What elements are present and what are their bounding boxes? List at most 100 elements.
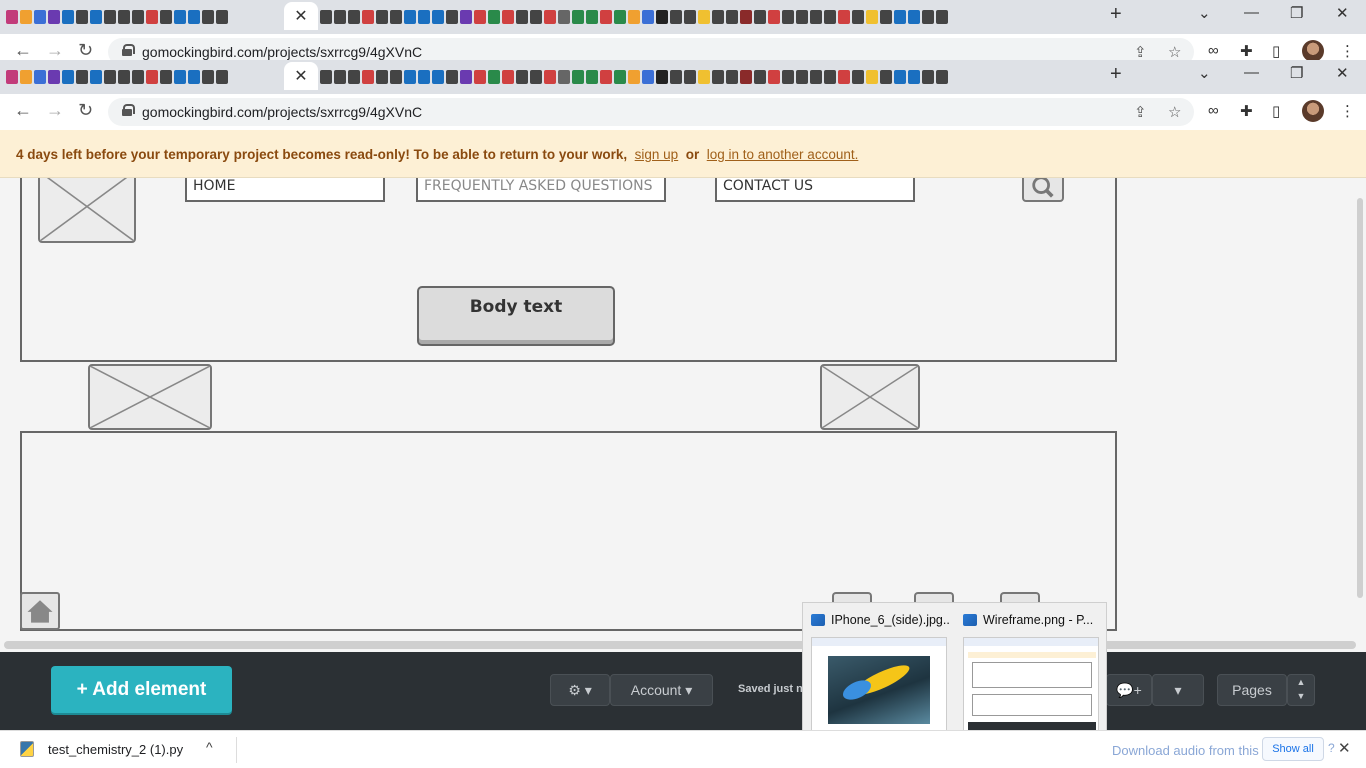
tab-favicon-icon[interactable] [908, 70, 920, 84]
tab-favicon-icon[interactable] [174, 10, 186, 24]
home-button[interactable] [20, 592, 60, 630]
reload-button[interactable]: ↻ [78, 40, 93, 61]
tab-favicon-icon[interactable] [936, 10, 948, 24]
back-button-2[interactable]: ← [14, 100, 32, 121]
tab-favicon-icon[interactable] [460, 70, 472, 84]
tab-favicons-left-2[interactable] [6, 66, 228, 90]
tab-favicon-icon[interactable] [586, 70, 598, 84]
tab-favicon-icon[interactable] [362, 70, 374, 84]
tab-favicon-icon[interactable] [586, 10, 598, 24]
comment-dropdown[interactable]: ▾ [1152, 674, 1204, 706]
tab-favicons-right[interactable] [320, 6, 948, 30]
tab-favicon-icon[interactable] [174, 70, 186, 84]
tab-favicon-icon[interactable] [76, 70, 88, 84]
tab-favicon-icon[interactable] [90, 70, 102, 84]
logo-image-placeholder[interactable] [38, 178, 136, 243]
tab-favicon-icon[interactable] [160, 10, 172, 24]
tab-favicon-icon[interactable] [880, 10, 892, 24]
tab-favicons-left[interactable] [6, 6, 228, 30]
profile-avatar-2[interactable] [1302, 100, 1324, 122]
side-panel-icon-2[interactable]: ▯ [1272, 102, 1280, 120]
login-link[interactable]: log in to another account. [707, 147, 859, 162]
tab-favicons-right-2[interactable] [320, 66, 948, 90]
tab-favicon-icon[interactable] [698, 70, 710, 84]
tab-favicon-icon[interactable] [502, 10, 514, 24]
tab-favicon-icon[interactable] [824, 70, 836, 84]
comment-button[interactable]: 💬+ [1106, 674, 1152, 706]
new-tab-button-2[interactable]: + [1110, 63, 1122, 86]
tab-favicon-icon[interactable] [188, 10, 200, 24]
tab-favicon-icon[interactable] [908, 10, 920, 24]
tab-favicon-icon[interactable] [656, 70, 668, 84]
tab-favicon-icon[interactable] [600, 10, 612, 24]
extension-link-icon[interactable]: ∞ [1208, 42, 1219, 59]
tab-favicon-icon[interactable] [104, 70, 116, 84]
tab-favicon-icon[interactable] [712, 70, 724, 84]
tab-favicon-icon[interactable] [362, 10, 374, 24]
tab-favicon-icon[interactable] [460, 10, 472, 24]
extensions-puzzle-icon-2[interactable]: ✚ [1240, 102, 1253, 120]
tab-favicon-icon[interactable] [698, 10, 710, 24]
tab-favicon-icon[interactable] [334, 10, 346, 24]
tab-favicon-icon[interactable] [628, 10, 640, 24]
tab-favicon-icon[interactable] [866, 10, 878, 24]
tab-favicon-icon[interactable] [726, 70, 738, 84]
tab-favicon-icon[interactable] [670, 70, 682, 84]
pages-button[interactable]: Pages [1217, 674, 1287, 706]
tab-favicon-icon[interactable] [684, 10, 696, 24]
tab-favicon-icon[interactable] [390, 70, 402, 84]
preview-item-iphone[interactable]: IPhone_6_(side).jpg... [811, 611, 951, 737]
tab-favicon-icon[interactable] [216, 10, 228, 24]
settings-button[interactable]: ⚙ ▾ [550, 674, 610, 706]
nav-faq[interactable]: FREQUENTLY ASKED QUESTIONS [416, 178, 666, 202]
tab-favicon-icon[interactable] [768, 70, 780, 84]
maximize-button[interactable]: ❐ [1290, 4, 1303, 22]
tab-favicon-icon[interactable] [852, 70, 864, 84]
tab-favicon-icon[interactable] [404, 70, 416, 84]
tab-favicon-icon[interactable] [530, 70, 542, 84]
tab-favicon-icon[interactable] [202, 10, 214, 24]
tab-favicon-icon[interactable] [488, 10, 500, 24]
close-window-button[interactable]: ✕ [1336, 4, 1349, 22]
nav-home[interactable]: HOME [185, 178, 385, 202]
tab-favicon-icon[interactable] [488, 70, 500, 84]
lock-icon[interactable] [122, 44, 135, 56]
tab-favicon-icon[interactable] [516, 70, 528, 84]
share-icon-2[interactable]: ⇪ [1134, 103, 1147, 121]
tab-favicon-icon[interactable] [34, 70, 46, 84]
tab-favicon-icon[interactable] [796, 70, 808, 84]
active-tab[interactable]: ✕ [284, 2, 318, 30]
tab-favicon-icon[interactable] [376, 10, 388, 24]
side-panel-icon[interactable]: ▯ [1272, 42, 1280, 60]
bookmark-star-icon[interactable]: ☆ [1168, 43, 1181, 61]
tab-favicon-icon[interactable] [418, 70, 430, 84]
tab-favicon-icon[interactable] [188, 70, 200, 84]
tab-favicon-icon[interactable] [880, 70, 892, 84]
tab-favicon-icon[interactable] [432, 70, 444, 84]
tab-favicon-icon[interactable] [614, 70, 626, 84]
body-text-button[interactable]: Body text [417, 286, 615, 346]
tab-favicon-icon[interactable] [922, 70, 934, 84]
minimize-button[interactable]: — [1244, 4, 1259, 21]
tab-favicon-icon[interactable] [572, 70, 584, 84]
download-item[interactable]: test_chemistry_2 (1).py [20, 741, 183, 757]
tab-favicon-icon[interactable] [810, 70, 822, 84]
tab-favicon-icon[interactable] [62, 10, 74, 24]
tab-favicon-icon[interactable] [544, 70, 556, 84]
tab-favicon-icon[interactable] [894, 10, 906, 24]
extension-link-icon-2[interactable]: ∞ [1208, 102, 1219, 119]
tab-favicon-icon[interactable] [104, 10, 116, 24]
tab-favicon-icon[interactable] [404, 10, 416, 24]
new-tab-button[interactable]: + [1110, 3, 1122, 26]
account-button[interactable]: Account ▾ [610, 674, 713, 706]
tab-favicon-icon[interactable] [614, 10, 626, 24]
tab-favicon-icon[interactable] [796, 10, 808, 24]
tab-favicon-icon[interactable] [936, 70, 948, 84]
tab-favicon-icon[interactable] [48, 70, 60, 84]
menu-kebab-icon-2[interactable]: ⋮ [1340, 102, 1355, 120]
tab-favicon-icon[interactable] [866, 70, 878, 84]
forward-button[interactable]: → [46, 40, 64, 61]
tab-favicon-icon[interactable] [474, 70, 486, 84]
tab-favicon-icon[interactable] [642, 10, 654, 24]
tab-favicon-icon[interactable] [558, 10, 570, 24]
